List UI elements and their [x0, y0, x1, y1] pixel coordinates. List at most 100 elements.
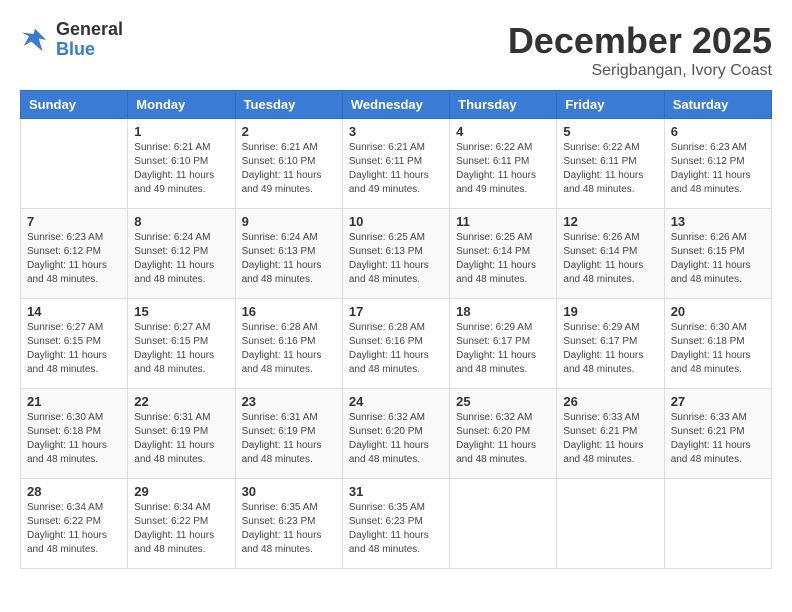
- day-info: Sunrise: 6:25 AM Sunset: 6:13 PM Dayligh…: [349, 231, 443, 287]
- day-number: 15: [134, 304, 228, 319]
- day-info: Sunrise: 6:27 AM Sunset: 6:15 PM Dayligh…: [27, 321, 121, 377]
- header-thursday: Thursday: [450, 91, 557, 119]
- calendar-cell: 4 Sunrise: 6:22 AM Sunset: 6:11 PM Daylig…: [450, 119, 557, 209]
- day-info: Sunrise: 6:34 AM Sunset: 6:22 PM Dayligh…: [134, 501, 228, 557]
- calendar-cell: 11 Sunrise: 6:25 AM Sunset: 6:14 PM Dayli…: [450, 209, 557, 299]
- calendar-cell: 25 Sunrise: 6:32 AM Sunset: 6:20 PM Dayli…: [450, 389, 557, 479]
- logo: General Blue: [20, 20, 123, 60]
- calendar-cell: 12 Sunrise: 6:26 AM Sunset: 6:14 PM Dayli…: [557, 209, 664, 299]
- day-number: 4: [456, 124, 550, 139]
- day-number: 13: [671, 214, 765, 229]
- header-monday: Monday: [128, 91, 235, 119]
- day-info: Sunrise: 6:34 AM Sunset: 6:22 PM Dayligh…: [27, 501, 121, 557]
- day-info: Sunrise: 6:29 AM Sunset: 6:17 PM Dayligh…: [456, 321, 550, 377]
- day-info: Sunrise: 6:31 AM Sunset: 6:19 PM Dayligh…: [134, 411, 228, 467]
- day-info: Sunrise: 6:21 AM Sunset: 6:11 PM Dayligh…: [349, 141, 443, 197]
- day-info: Sunrise: 6:31 AM Sunset: 6:19 PM Dayligh…: [242, 411, 336, 467]
- header-sunday: Sunday: [21, 91, 128, 119]
- day-info: Sunrise: 6:27 AM Sunset: 6:15 PM Dayligh…: [134, 321, 228, 377]
- calendar-cell: 20 Sunrise: 6:30 AM Sunset: 6:18 PM Dayli…: [664, 299, 771, 389]
- calendar-cell: 9 Sunrise: 6:24 AM Sunset: 6:13 PM Daylig…: [235, 209, 342, 299]
- calendar-cell: 2 Sunrise: 6:21 AM Sunset: 6:10 PM Daylig…: [235, 119, 342, 209]
- header-saturday: Saturday: [664, 91, 771, 119]
- calendar-header-row: SundayMondayTuesdayWednesdayThursdayFrid…: [21, 91, 772, 119]
- calendar-cell: 10 Sunrise: 6:25 AM Sunset: 6:13 PM Dayli…: [342, 209, 449, 299]
- day-number: 19: [563, 304, 657, 319]
- calendar-cell: 5 Sunrise: 6:22 AM Sunset: 6:11 PM Daylig…: [557, 119, 664, 209]
- day-number: 26: [563, 394, 657, 409]
- day-number: 31: [349, 484, 443, 499]
- day-info: Sunrise: 6:33 AM Sunset: 6:21 PM Dayligh…: [563, 411, 657, 467]
- calendar-cell: 1 Sunrise: 6:21 AM Sunset: 6:10 PM Daylig…: [128, 119, 235, 209]
- calendar-week-5: 28 Sunrise: 6:34 AM Sunset: 6:22 PM Dayli…: [21, 479, 772, 569]
- logo-general: General: [56, 20, 123, 40]
- day-info: Sunrise: 6:32 AM Sunset: 6:20 PM Dayligh…: [349, 411, 443, 467]
- day-number: 17: [349, 304, 443, 319]
- day-info: Sunrise: 6:33 AM Sunset: 6:21 PM Dayligh…: [671, 411, 765, 467]
- day-info: Sunrise: 6:22 AM Sunset: 6:11 PM Dayligh…: [563, 141, 657, 197]
- day-info: Sunrise: 6:21 AM Sunset: 6:10 PM Dayligh…: [242, 141, 336, 197]
- calendar-cell: 24Sunrise: 6:32 AM Sunset: 6:20 PM Dayli…: [342, 389, 449, 479]
- day-number: 29: [134, 484, 228, 499]
- calendar-cell: 27 Sunrise: 6:33 AM Sunset: 6:21 PM Dayli…: [664, 389, 771, 479]
- calendar-cell: [664, 479, 771, 569]
- calendar-week-3: 14Sunrise: 6:27 AM Sunset: 6:15 PM Dayli…: [21, 299, 772, 389]
- day-number: 1: [134, 124, 228, 139]
- logo-text: General Blue: [56, 20, 123, 60]
- calendar-cell: [557, 479, 664, 569]
- title-section: December 2025 Serigbangan, Ivory Coast: [508, 20, 772, 80]
- day-info: Sunrise: 6:28 AM Sunset: 6:16 PM Dayligh…: [242, 321, 336, 377]
- day-info: Sunrise: 6:35 AM Sunset: 6:23 PM Dayligh…: [349, 501, 443, 557]
- day-number: 11: [456, 214, 550, 229]
- calendar-cell: 7Sunrise: 6:23 AM Sunset: 6:12 PM Daylig…: [21, 209, 128, 299]
- calendar-cell: 23Sunrise: 6:31 AM Sunset: 6:19 PM Dayli…: [235, 389, 342, 479]
- calendar-cell: 19 Sunrise: 6:29 AM Sunset: 6:17 PM Dayli…: [557, 299, 664, 389]
- day-number: 22: [134, 394, 228, 409]
- calendar-table: SundayMondayTuesdayWednesdayThursdayFrid…: [20, 90, 772, 569]
- calendar-cell: [21, 119, 128, 209]
- day-number: 27: [671, 394, 765, 409]
- day-info: Sunrise: 6:22 AM Sunset: 6:11 PM Dayligh…: [456, 141, 550, 197]
- calendar-cell: 13 Sunrise: 6:26 AM Sunset: 6:15 PM Dayli…: [664, 209, 771, 299]
- calendar-cell: 31 Sunrise: 6:35 AM Sunset: 6:23 PM Dayli…: [342, 479, 449, 569]
- day-number: 3: [349, 124, 443, 139]
- day-info: Sunrise: 6:26 AM Sunset: 6:15 PM Dayligh…: [671, 231, 765, 287]
- calendar-week-1: 1 Sunrise: 6:21 AM Sunset: 6:10 PM Daylig…: [21, 119, 772, 209]
- day-number: 5: [563, 124, 657, 139]
- calendar-week-2: 7Sunrise: 6:23 AM Sunset: 6:12 PM Daylig…: [21, 209, 772, 299]
- calendar-cell: 8Sunrise: 6:24 AM Sunset: 6:12 PM Daylig…: [128, 209, 235, 299]
- day-number: 9: [242, 214, 336, 229]
- day-number: 10: [349, 214, 443, 229]
- logo-blue: Blue: [56, 40, 123, 60]
- day-info: Sunrise: 6:30 AM Sunset: 6:18 PM Dayligh…: [27, 411, 121, 467]
- day-info: Sunrise: 6:26 AM Sunset: 6:14 PM Dayligh…: [563, 231, 657, 287]
- day-info: Sunrise: 6:24 AM Sunset: 6:13 PM Dayligh…: [242, 231, 336, 287]
- day-info: Sunrise: 6:28 AM Sunset: 6:16 PM Dayligh…: [349, 321, 443, 377]
- day-info: Sunrise: 6:30 AM Sunset: 6:18 PM Dayligh…: [671, 321, 765, 377]
- page-header: General Blue December 2025 Serigbangan, …: [20, 20, 772, 80]
- location: Serigbangan, Ivory Coast: [508, 62, 772, 80]
- header-tuesday: Tuesday: [235, 91, 342, 119]
- day-number: 25: [456, 394, 550, 409]
- day-number: 30: [242, 484, 336, 499]
- calendar-cell: 16Sunrise: 6:28 AM Sunset: 6:16 PM Dayli…: [235, 299, 342, 389]
- calendar-cell: 29 Sunrise: 6:34 AM Sunset: 6:22 PM Dayli…: [128, 479, 235, 569]
- header-wednesday: Wednesday: [342, 91, 449, 119]
- header-friday: Friday: [557, 91, 664, 119]
- day-number: 20: [671, 304, 765, 319]
- calendar-cell: 22 Sunrise: 6:31 AM Sunset: 6:19 PM Dayli…: [128, 389, 235, 479]
- day-number: 6: [671, 124, 765, 139]
- day-info: Sunrise: 6:29 AM Sunset: 6:17 PM Dayligh…: [563, 321, 657, 377]
- day-info: Sunrise: 6:23 AM Sunset: 6:12 PM Dayligh…: [671, 141, 765, 197]
- day-number: 7: [27, 214, 121, 229]
- logo-icon: [20, 25, 50, 55]
- day-number: 28: [27, 484, 121, 499]
- calendar-week-4: 21Sunrise: 6:30 AM Sunset: 6:18 PM Dayli…: [21, 389, 772, 479]
- day-info: Sunrise: 6:25 AM Sunset: 6:14 PM Dayligh…: [456, 231, 550, 287]
- day-info: Sunrise: 6:32 AM Sunset: 6:20 PM Dayligh…: [456, 411, 550, 467]
- calendar-cell: 28 Sunrise: 6:34 AM Sunset: 6:22 PM Dayli…: [21, 479, 128, 569]
- calendar-cell: 17 Sunrise: 6:28 AM Sunset: 6:16 PM Dayli…: [342, 299, 449, 389]
- day-number: 12: [563, 214, 657, 229]
- day-info: Sunrise: 6:21 AM Sunset: 6:10 PM Dayligh…: [134, 141, 228, 197]
- day-number: 2: [242, 124, 336, 139]
